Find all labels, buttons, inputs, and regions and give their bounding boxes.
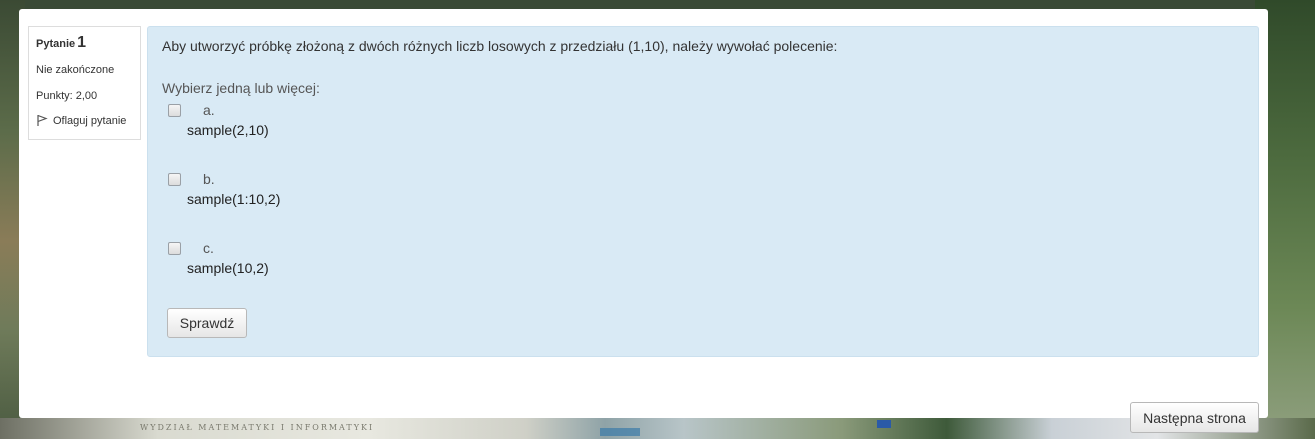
- check-button[interactable]: Sprawdź: [167, 308, 247, 338]
- question-number-value: 1: [77, 34, 87, 51]
- answer-checkbox-a[interactable]: [168, 104, 181, 117]
- question-state: Nie zakończone: [36, 64, 115, 76]
- question-text: Aby utworzyć próbkę złożoną z dwóch różn…: [162, 38, 838, 54]
- quiz-page: Pytanie 1 Nie zakończone Punkty: 2,00 Ofl…: [19, 9, 1268, 418]
- flag-question-link[interactable]: Oflaguj pytanie: [36, 114, 133, 127]
- background-decoration: [600, 428, 640, 436]
- answer-letter-a: a.: [203, 102, 215, 118]
- next-page-button[interactable]: Następna strona: [1130, 402, 1259, 433]
- answer-checkbox-c[interactable]: [168, 242, 181, 255]
- question-info-panel: Pytanie 1 Nie zakończone Punkty: 2,00 Ofl…: [28, 26, 141, 140]
- question-grade: Punkty: 2,00: [36, 90, 98, 102]
- question-content: Aby utworzyć próbkę złożoną z dwóch różn…: [147, 26, 1259, 357]
- question-label: Pytanie: [36, 38, 76, 50]
- answer-checkbox-b[interactable]: [168, 173, 181, 186]
- background-sign: [877, 420, 891, 428]
- answer-text-b: sample(1:10,2): [187, 191, 281, 207]
- answer-letter-b: b.: [203, 171, 215, 187]
- background-building-caption: WYDZIAŁ MATEMATYKI I INFORMATYKI: [140, 423, 375, 432]
- answer-text-a: sample(2,10): [187, 122, 269, 138]
- answer-letter-c: c.: [203, 240, 214, 256]
- answer-text-c: sample(10,2): [187, 260, 269, 276]
- flag-icon: [37, 114, 48, 126]
- answer-prompt: Wybierz jedną lub więcej:: [162, 80, 320, 96]
- flag-question-label: Oflaguj pytanie: [53, 114, 127, 127]
- question-number: Pytanie 1: [36, 34, 133, 52]
